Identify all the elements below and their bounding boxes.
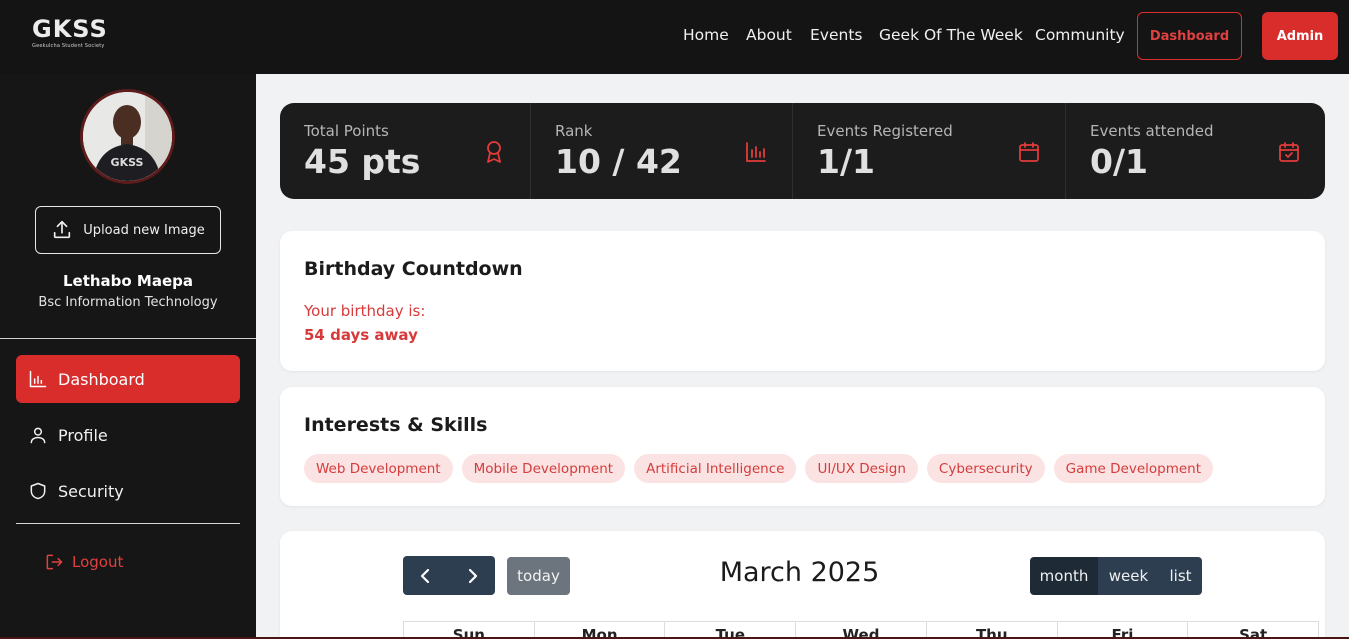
calendar-check-icon	[1279, 142, 1299, 162]
interests-title: Interests & Skills	[304, 414, 488, 436]
sidebar: GKSS Upload new Image Lethabo Maepa Bsc …	[0, 74, 256, 639]
stat-rank: Rank 10 / 42	[531, 103, 792, 199]
nav-about[interactable]: About	[746, 26, 792, 44]
logo[interactable]: GKSS Geekulcha Student Society	[32, 16, 124, 50]
interest-tag: Game Development	[1053, 454, 1214, 483]
dashboard-button[interactable]: Dashboard	[1137, 12, 1242, 60]
user-name: Lethabo Maepa	[62, 272, 194, 290]
upload-icon	[54, 220, 71, 239]
nav-geek-of-the-week[interactable]: Geek Of The Week	[879, 26, 1023, 44]
sidebar-item-label: Profile	[58, 425, 108, 445]
chevron-right-icon	[468, 568, 478, 583]
calendar-nav	[403, 556, 495, 595]
nav-home[interactable]: Home	[683, 26, 729, 44]
upload-label: Upload new Image	[83, 222, 205, 238]
shield-icon	[30, 482, 46, 500]
birthday-title: Birthday Countdown	[304, 258, 523, 280]
interest-tag: Artificial Intelligence	[634, 454, 797, 483]
upload-image-button[interactable]: Upload new Image	[35, 206, 221, 254]
stat-value: 1/1	[817, 142, 875, 181]
interest-tag: Mobile Development	[461, 454, 626, 483]
stat-label: Events attended	[1090, 122, 1214, 140]
stat-value: 10 / 42	[555, 142, 682, 181]
calendar-view-switcher: month week list	[1030, 557, 1202, 595]
sidebar-item-dashboard[interactable]: Dashboard	[16, 355, 240, 403]
sidebar-item-profile[interactable]: Profile	[16, 411, 240, 459]
stat-label: Events Registered	[817, 122, 953, 140]
stat-value: 0/1	[1090, 142, 1148, 181]
user-icon	[30, 427, 46, 444]
logo-subtitle: Geekulcha Student Society	[32, 43, 105, 49]
view-month-button[interactable]: month	[1030, 557, 1098, 595]
award-icon	[487, 141, 501, 163]
admin-button[interactable]: Admin	[1262, 12, 1338, 60]
calendar-icon	[1019, 142, 1039, 162]
logout-label: Logout	[72, 553, 124, 571]
sidebar-item-label: Security	[58, 481, 124, 501]
stat-events-attended: Events attended 0/1	[1066, 103, 1325, 199]
sidebar-item-label: Dashboard	[58, 369, 145, 389]
stats-bar: Total Points 45 pts Rank 10 / 42 Events …	[280, 103, 1325, 199]
chart-icon	[29, 370, 47, 388]
stat-value: 45 pts	[304, 142, 421, 181]
next-month-button[interactable]	[449, 556, 495, 595]
sidebar-divider	[0, 338, 256, 339]
svg-text:GKSS: GKSS	[111, 156, 144, 169]
nav-community[interactable]: Community	[1035, 26, 1125, 44]
bar-chart-icon	[746, 142, 766, 162]
stat-events-registered: Events Registered 1/1	[793, 103, 1065, 199]
logo-text: GKSS	[32, 15, 108, 43]
birthday-label: Your birthday is:	[304, 302, 426, 320]
logout-button[interactable]: Logout	[44, 552, 123, 572]
chevron-left-icon	[420, 568, 430, 583]
interests-card: Interests & Skills Web Development Mobil…	[280, 387, 1325, 506]
avatar: GKSS	[80, 89, 175, 184]
top-navbar: GKSS Geekulcha Student Society Home Abou…	[0, 0, 1349, 74]
stat-label: Total Points	[304, 122, 389, 140]
logout-icon	[46, 554, 63, 570]
interests-tags: Web Development Mobile Development Artif…	[304, 454, 1214, 483]
prev-month-button[interactable]	[403, 556, 449, 595]
user-course: Bsc Information Technology	[38, 295, 218, 310]
stat-label: Rank	[555, 122, 593, 140]
interest-tag: UI/UX Design	[805, 454, 918, 483]
view-week-button[interactable]: week	[1098, 557, 1159, 595]
calendar-card: March 2025 today month week list Sun Mon…	[280, 531, 1325, 639]
interest-tag: Cybersecurity	[926, 454, 1045, 483]
interest-tag: Web Development	[304, 454, 453, 483]
nav-events[interactable]: Events	[810, 26, 862, 44]
today-button[interactable]: today	[507, 557, 570, 595]
birthday-card: Birthday Countdown Your birthday is: 54 …	[280, 231, 1325, 371]
sidebar-divider	[16, 523, 240, 524]
birthday-countdown: 54 days away	[304, 326, 418, 344]
stat-total-points: Total Points 45 pts	[280, 103, 530, 199]
sidebar-item-security[interactable]: Security	[16, 467, 240, 515]
view-list-button[interactable]: list	[1159, 557, 1202, 595]
